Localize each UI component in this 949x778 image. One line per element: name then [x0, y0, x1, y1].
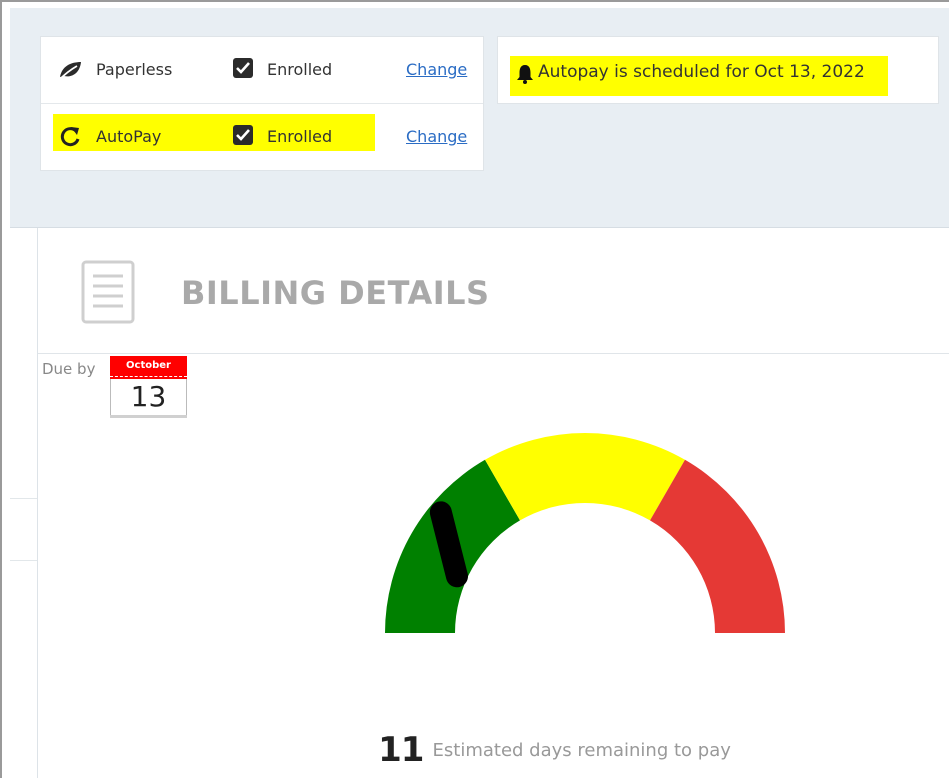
due-by-label: Due by [42, 360, 96, 378]
autopay-notice-text: Autopay is scheduled for Oct 13, 2022 [538, 62, 865, 82]
calendar-perforation [110, 376, 187, 377]
document-icon [81, 260, 135, 328]
paperless-checkbox[interactable] [233, 58, 253, 78]
gauge-segment-yellow [485, 433, 685, 521]
bell-icon [516, 64, 534, 88]
autopay-status: Enrolled [267, 127, 333, 146]
paperless-change-link[interactable]: Change [406, 60, 467, 79]
due-date-calendar-icon: October 13 [110, 356, 187, 418]
calendar-shadow [110, 415, 187, 418]
days-remaining: 11 Estimated days remaining to pay [0, 730, 949, 770]
autopay-label: AutoPay [96, 127, 162, 146]
gauge-segment-red [650, 459, 785, 633]
billing-details-title: BILLING DETAILS [181, 274, 490, 312]
billing-details-header: BILLING DETAILS [38, 228, 949, 354]
days-remaining-label: Estimated days remaining to pay [432, 739, 731, 761]
side-divider [10, 560, 37, 561]
autopay-row: AutoPay Enrolled Change [41, 104, 483, 171]
paperless-label: Paperless [96, 60, 173, 79]
payment-gauge [385, 433, 785, 633]
calendar-day: 13 [110, 379, 187, 416]
gauge-needle [429, 501, 468, 588]
paperless-row: Paperless Enrolled Change [41, 37, 483, 104]
autopay-notice-card: Autopay is scheduled for Oct 13, 2022 [497, 36, 939, 104]
refresh-icon [57, 124, 83, 150]
autopay-checkbox[interactable] [233, 125, 253, 145]
days-remaining-value: 11 [378, 730, 424, 770]
enrollment-card: Paperless Enrolled Change AutoPay Enroll… [40, 36, 484, 171]
side-divider [10, 498, 37, 499]
autopay-change-link[interactable]: Change [406, 127, 467, 146]
leaf-icon [57, 57, 83, 83]
paperless-status: Enrolled [267, 60, 333, 79]
